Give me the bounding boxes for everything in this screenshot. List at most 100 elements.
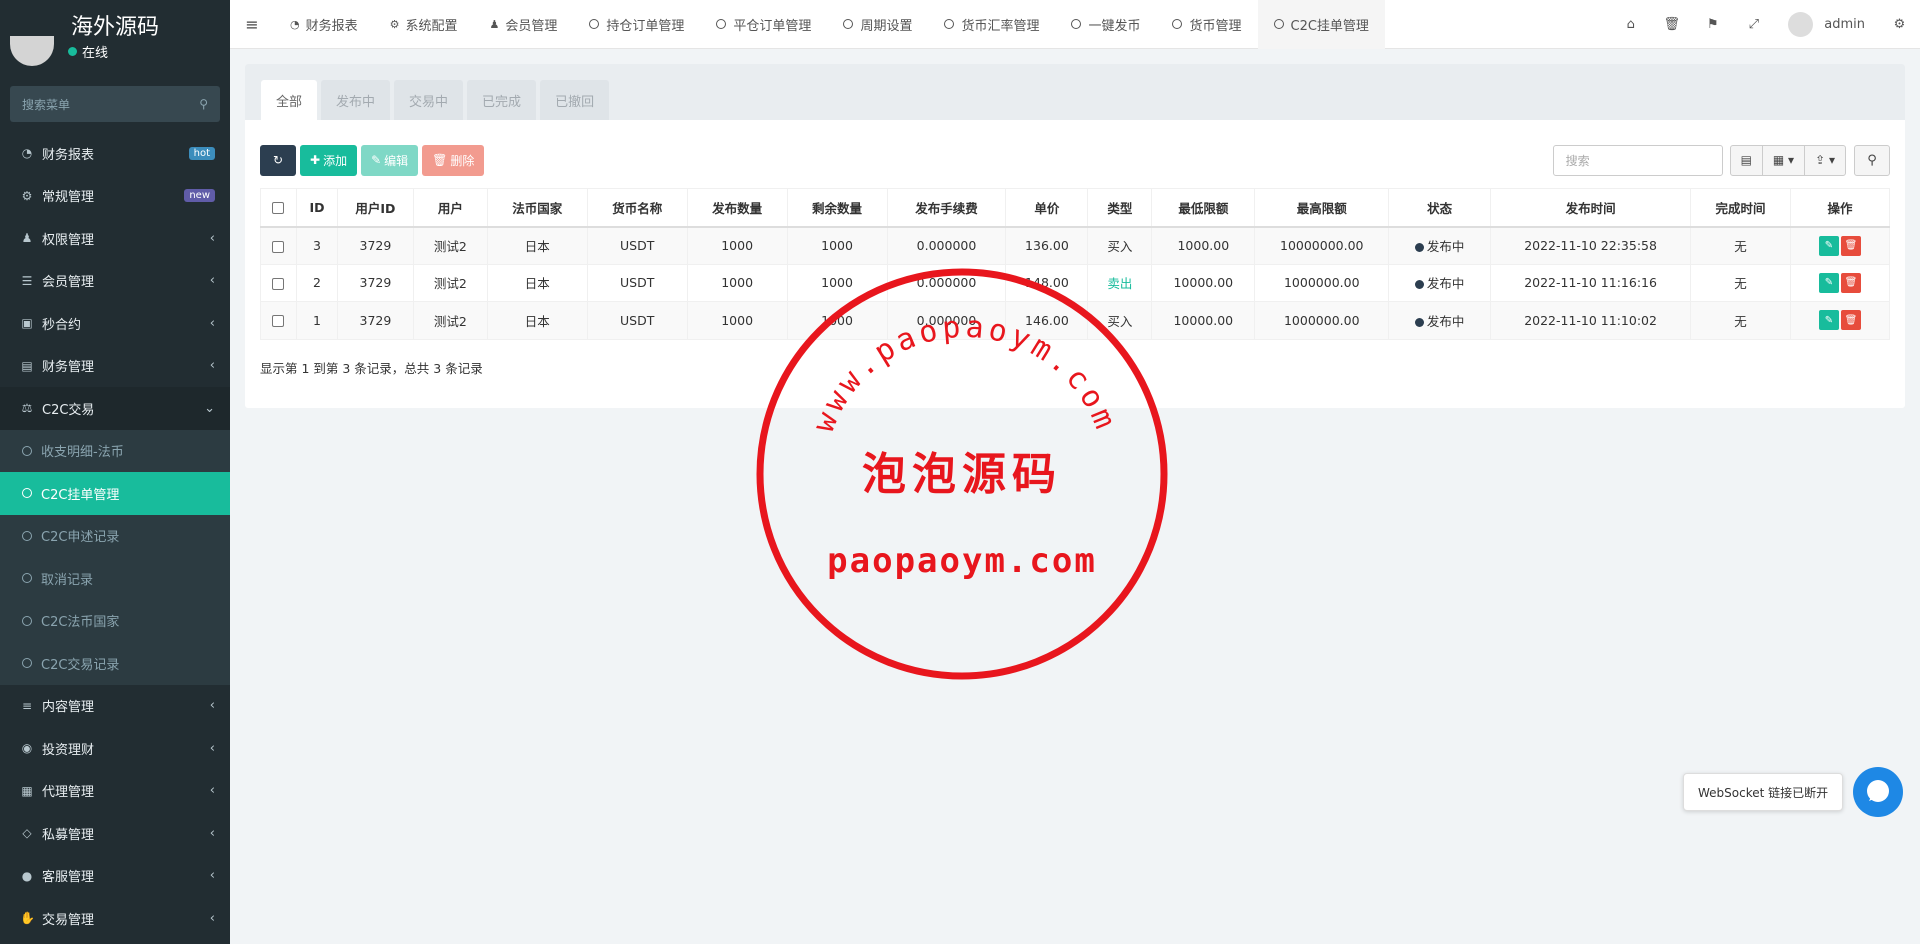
row-delete-button[interactable]: 🗑 <box>1840 235 1861 256</box>
filter-tab-trading[interactable]: 交易中 <box>394 80 464 120</box>
select-all-checkbox[interactable] <box>272 202 285 215</box>
col-country[interactable]: 法币国家 <box>486 188 588 228</box>
edit-button[interactable]: ✎ 编辑 <box>361 144 419 176</box>
tab-period-settings[interactable]: 周期设置 <box>827 0 928 49</box>
col-user-id[interactable]: 用户ID <box>336 188 414 228</box>
cell-user: 测试2 <box>412 263 488 302</box>
export-icon: ⇪ ▾ <box>1815 153 1835 167</box>
col-id[interactable]: ID <box>295 188 338 228</box>
circle-o-icon <box>1172 19 1183 29</box>
chevron-left-icon: ‹ <box>209 910 215 926</box>
sidebar-item-permission[interactable]: ♟ 权限管理 ‹ <box>0 217 230 260</box>
sidebar-item-content[interactable]: ≡ 内容管理 ‹ <box>0 685 230 728</box>
gears-icon[interactable]: ⚙ <box>1879 17 1920 32</box>
tab-issue-coin[interactable]: 一键发币 <box>1055 0 1156 49</box>
refresh-icon: ↻ <box>272 153 284 167</box>
cell-type: 买入 <box>1087 301 1153 340</box>
sidebar-item-customer-service[interactable]: ● 客服管理 ‹ <box>0 855 230 898</box>
sidebar-item-finance[interactable]: ▤ 财务管理 ‹ <box>0 345 230 388</box>
trash-icon[interactable]: 🗑 <box>1651 17 1692 32</box>
col-qty[interactable]: 发布数量 <box>686 188 788 228</box>
col-fee[interactable]: 发布手续费 <box>886 188 1007 228</box>
delete-button[interactable]: 🗑 删除 <box>422 144 485 176</box>
filter-tab-publishing[interactable]: 发布中 <box>321 80 391 120</box>
row-edit-button[interactable]: ✎ <box>1818 272 1839 293</box>
sidebar-item-trading[interactable]: ✋ 交易管理 ‹ <box>0 897 230 940</box>
search-icon[interactable]: ⚲ <box>199 97 208 111</box>
col-max[interactable]: 最高限额 <box>1254 188 1390 228</box>
col-publish-time[interactable]: 发布时间 <box>1490 188 1691 228</box>
table-header-row: ID 用户ID 用户 法币国家 货币名称 发布数量 剩余数量 发布手续费 单价 … <box>260 188 1891 228</box>
row-delete-button[interactable]: 🗑 <box>1840 272 1861 293</box>
language-icon[interactable]: ⚑ <box>1692 17 1733 32</box>
admin-menu[interactable]: admin <box>1774 11 1879 37</box>
tab-currency[interactable]: 货币管理 <box>1156 0 1257 49</box>
circle-o-icon <box>716 19 727 29</box>
sidebar-item-general[interactable]: ⚙ 常规管理 new <box>0 175 230 218</box>
row-checkbox[interactable] <box>272 315 285 328</box>
sidebar-item-income-detail[interactable]: 收支明细-法币 <box>0 430 230 473</box>
sidebar-item-c2c-orders[interactable]: C2C挂单管理 <box>0 472 230 515</box>
table-row[interactable]: 1 3729 测试2 日本 USDT 1000 1000 0.000000 14… <box>260 301 1891 340</box>
col-price[interactable]: 单价 <box>1005 188 1089 228</box>
col-complete-time[interactable]: 完成时间 <box>1690 188 1791 228</box>
col-type[interactable]: 类型 <box>1087 188 1153 228</box>
admin-username: admin <box>1824 16 1865 32</box>
sidebar-item-c2c-countries[interactable]: C2C法币国家 <box>0 600 230 643</box>
col-coin[interactable]: 货币名称 <box>586 188 688 228</box>
comment-icon: ● <box>21 868 33 883</box>
tab-position-orders[interactable]: 持仓订单管理 <box>573 0 700 49</box>
col-actions: 操作 <box>1789 188 1891 228</box>
row-edit-button[interactable]: ✎ <box>1818 310 1839 331</box>
row-checkbox[interactable] <box>272 277 285 290</box>
col-user[interactable]: 用户 <box>412 188 488 228</box>
cell-max: 1000000.00 <box>1254 263 1390 302</box>
table-row[interactable]: 3 3729 测试2 日本 USDT 1000 1000 0.000000 13… <box>260 226 1891 265</box>
tab-system-config[interactable]: ⚙ 系统配置 <box>374 0 474 49</box>
sidebar-item-member[interactable]: ☰ 会员管理 ‹ <box>0 260 230 303</box>
col-remain[interactable]: 剩余数量 <box>786 188 888 228</box>
sidebar-item-c2c-trades[interactable]: C2C交易记录 <box>0 642 230 685</box>
export-button[interactable]: ⇪ ▾ <box>1804 144 1846 176</box>
table-row[interactable]: 2 3729 测试2 日本 USDT 1000 1000 0.000000 14… <box>260 263 1891 302</box>
tab-label: 一键发币 <box>1088 18 1141 34</box>
advanced-search-button[interactable]: ⚲ <box>1854 144 1890 176</box>
tab-finance-report[interactable]: ◔ 财务报表 <box>274 0 374 49</box>
add-button[interactable]: ✚ 添加 <box>300 144 358 176</box>
sidebar-item-label: 秒合约 <box>42 317 82 333</box>
tab-member[interactable]: ♟ 会员管理 <box>474 0 574 49</box>
table-search-input[interactable]: 搜索 <box>1552 144 1723 176</box>
sidebar-item-finance-report[interactable]: ◔ 财务报表 hot <box>0 132 230 175</box>
avatar <box>1788 11 1814 37</box>
tab-label: 系统配置 <box>405 18 458 34</box>
new-badge: new <box>184 189 215 203</box>
sidebar-item-investment[interactable]: ◉ 投资理财 ‹ <box>0 727 230 770</box>
sidebar-item-cancel-records[interactable]: 取消记录 <box>0 557 230 600</box>
menu-search-input[interactable]: 搜索菜单 ⚲ <box>10 86 220 122</box>
hamburger-icon[interactable]: ≡ <box>230 15 274 34</box>
pencil-icon: ✎ <box>371 153 382 167</box>
card-view-button[interactable]: ▤ <box>1729 144 1763 176</box>
tab-c2c-orders[interactable]: C2C挂单管理 <box>1257 0 1385 49</box>
col-status[interactable]: 状态 <box>1388 188 1492 228</box>
sidebar-item-c2c[interactable]: ⚖ C2C交易 ⌄ <box>0 387 230 430</box>
filter-tab-all[interactable]: 全部 <box>261 80 318 120</box>
cell-status: 发布中 <box>1388 301 1492 340</box>
sidebar-item-second-contract[interactable]: ▣ 秒合约 ‹ <box>0 302 230 345</box>
tab-exchange-rate[interactable]: 货币汇率管理 <box>928 0 1055 49</box>
chat-bubble-icon[interactable] <box>1853 767 1904 817</box>
row-edit-button[interactable]: ✎ <box>1818 235 1839 256</box>
refresh-button[interactable]: ↻ <box>260 144 296 176</box>
tab-close-orders[interactable]: 平仓订单管理 <box>700 0 827 49</box>
home-icon[interactable]: ⌂ <box>1610 17 1651 32</box>
col-min[interactable]: 最低限额 <box>1151 188 1256 228</box>
row-delete-button[interactable]: 🗑 <box>1840 310 1861 331</box>
row-checkbox[interactable] <box>272 240 285 253</box>
filter-tab-withdrawn[interactable]: 已撤回 <box>540 80 610 120</box>
sidebar-item-private-placement[interactable]: ◇ 私募管理 ‹ <box>0 812 230 855</box>
columns-button[interactable]: ▦ ▾ <box>1761 144 1806 176</box>
fullscreen-icon[interactable]: ⤢ <box>1733 17 1774 32</box>
filter-tab-completed[interactable]: 已完成 <box>467 80 537 120</box>
sidebar-item-c2c-appeals[interactable]: C2C申述记录 <box>0 515 230 558</box>
sidebar-item-agent[interactable]: ▦ 代理管理 ‹ <box>0 770 230 813</box>
